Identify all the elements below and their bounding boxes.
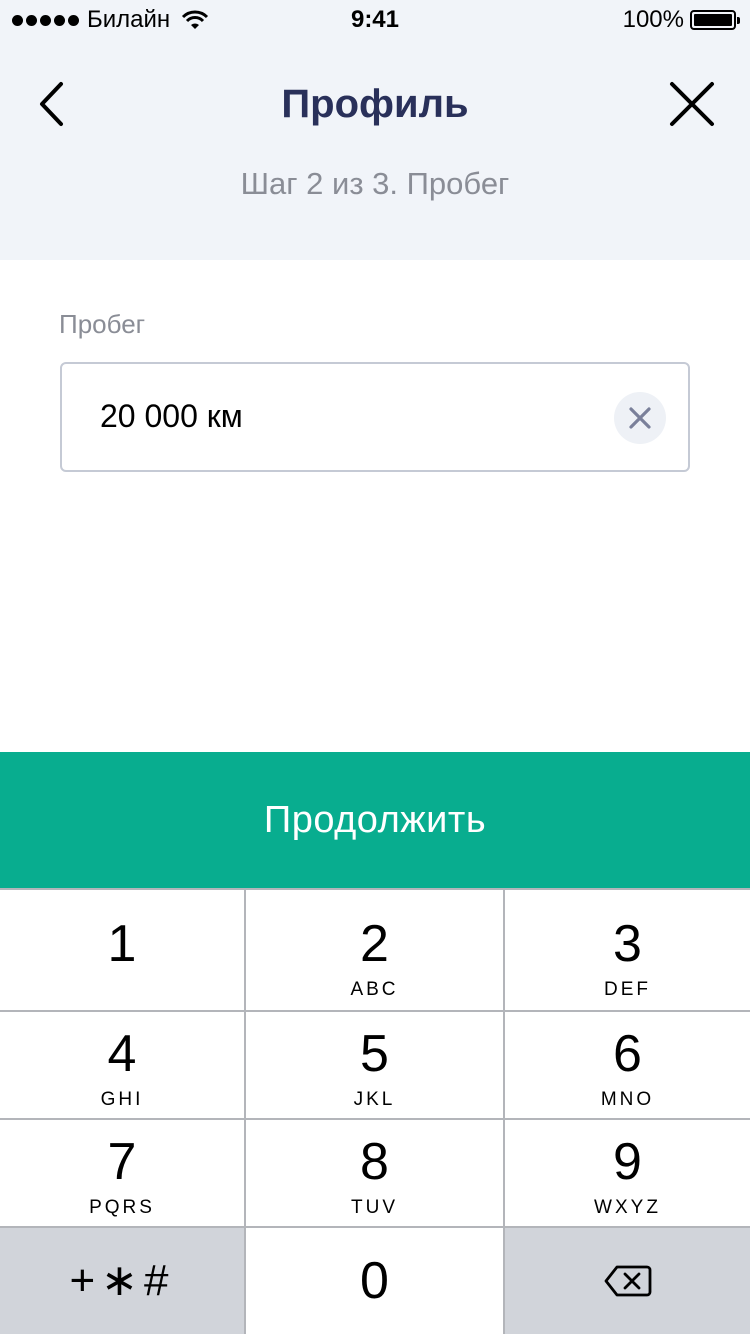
- key-0[interactable]: 0: [246, 1228, 503, 1334]
- mileage-value[interactable]: 20 000 км: [100, 394, 243, 438]
- key-6[interactable]: 6 MNO: [505, 1012, 750, 1118]
- key-letters: PQRS: [89, 1197, 155, 1218]
- close-icon: [670, 82, 714, 126]
- key-digit: 7: [107, 1133, 137, 1191]
- status-bar: Билайн 9:41 100%: [0, 0, 750, 40]
- key-8[interactable]: 8 TUV: [246, 1120, 503, 1226]
- battery-icon: [690, 10, 740, 30]
- key-letters: GHI: [100, 1089, 144, 1110]
- step-subtitle: Шаг 2 из 3. Пробег: [240, 166, 510, 201]
- clear-button[interactable]: [614, 392, 666, 444]
- key-letters: TUV: [351, 1197, 398, 1218]
- key-5[interactable]: 5 JKL: [246, 1012, 503, 1118]
- key-letters: DEF: [604, 979, 651, 1000]
- key-3[interactable]: 3 DEF: [505, 890, 750, 1010]
- close-button[interactable]: [664, 76, 720, 132]
- continue-button[interactable]: Продолжить: [0, 752, 750, 888]
- key-digit: 8: [360, 1133, 389, 1191]
- key-symbols[interactable]: +∗#: [0, 1228, 244, 1334]
- key-digit: 4: [107, 1025, 137, 1083]
- key-letters: MNO: [600, 1089, 655, 1110]
- key-digit: 3: [613, 915, 642, 973]
- clear-x-icon: [629, 407, 651, 429]
- key-digit: 2: [360, 915, 389, 973]
- key-1[interactable]: 1: [0, 890, 244, 1010]
- mileage-label: Пробег: [59, 309, 146, 339]
- header: Профиль Шаг 2 из 3. Пробег: [0, 40, 750, 260]
- key-4[interactable]: 4 GHI: [0, 1012, 244, 1118]
- key-digit: 1: [107, 915, 137, 973]
- key-digit: 6: [613, 1025, 642, 1083]
- key-digit: 5: [360, 1025, 389, 1083]
- backspace-icon: [604, 1265, 651, 1297]
- key-2[interactable]: 2 ABC: [246, 890, 503, 1010]
- numeric-keypad: 1 2 ABC 3 DEF 4 GHI 5 JKL 6 MNO 7 PQRS 8…: [0, 888, 750, 1334]
- key-7[interactable]: 7 PQRS: [0, 1120, 244, 1226]
- key-digit: 9: [613, 1133, 642, 1191]
- key-symbols-label: +∗#: [69, 1256, 175, 1305]
- mileage-input[interactable]: 20 000 км: [60, 362, 690, 472]
- key-delete[interactable]: [505, 1228, 750, 1334]
- key-letters: ABC: [350, 979, 399, 1000]
- battery-percent: 100%: [622, 6, 684, 33]
- page-title: Профиль: [281, 82, 469, 126]
- key-digit: 0: [360, 1252, 389, 1310]
- key-letters: WXYZ: [594, 1197, 661, 1218]
- continue-button-label: Продолжить: [263, 798, 487, 841]
- key-9[interactable]: 9 WXYZ: [505, 1120, 750, 1226]
- key-letters: JKL: [353, 1089, 396, 1110]
- status-right: 100%: [622, 6, 740, 34]
